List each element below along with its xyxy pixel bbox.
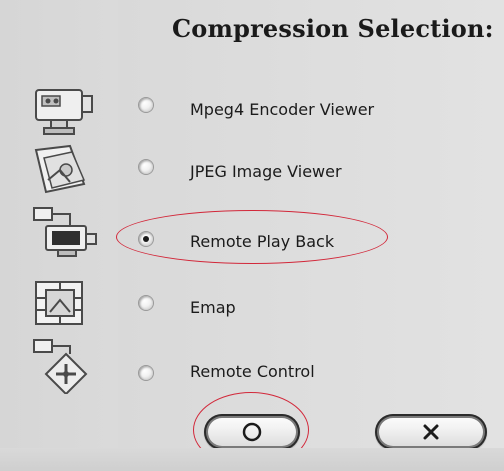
radio-mpeg4-encoder-viewer[interactable] [139, 98, 153, 112]
annotation-ellipse-selected-option [116, 210, 388, 264]
remote-control-icon [26, 336, 104, 394]
option-jpeg-image-viewer[interactable]: JPEG Image Viewer [0, 142, 504, 206]
label-emap: Emap [190, 298, 236, 317]
label-mpeg4-encoder-viewer: Mpeg4 Encoder Viewer [190, 100, 375, 119]
image-icon [26, 142, 104, 200]
cancel-button[interactable] [375, 414, 487, 450]
compression-selection-dialog: Compression Selection: Mpeg4 Encoder Vie… [0, 0, 504, 471]
circle-icon [204, 414, 300, 450]
radio-jpeg-image-viewer[interactable] [139, 160, 153, 174]
option-emap[interactable]: Emap [0, 276, 504, 340]
radio-emap[interactable] [139, 296, 153, 310]
ok-button[interactable] [204, 414, 300, 450]
radio-remote-control[interactable] [139, 366, 153, 380]
label-jpeg-image-viewer: JPEG Image Viewer [190, 162, 342, 181]
option-mpeg4-encoder-viewer[interactable]: Mpeg4 Encoder Viewer [0, 82, 504, 146]
bottom-bar [0, 448, 504, 471]
option-remote-control[interactable]: Remote Control [0, 336, 504, 400]
x-icon [375, 414, 487, 450]
label-remote-control: Remote Control [190, 362, 315, 381]
map-icon [26, 276, 104, 334]
dialog-title: Compression Selection: [172, 14, 494, 43]
monitor-playback-icon [26, 204, 104, 262]
camera-icon [26, 82, 104, 140]
